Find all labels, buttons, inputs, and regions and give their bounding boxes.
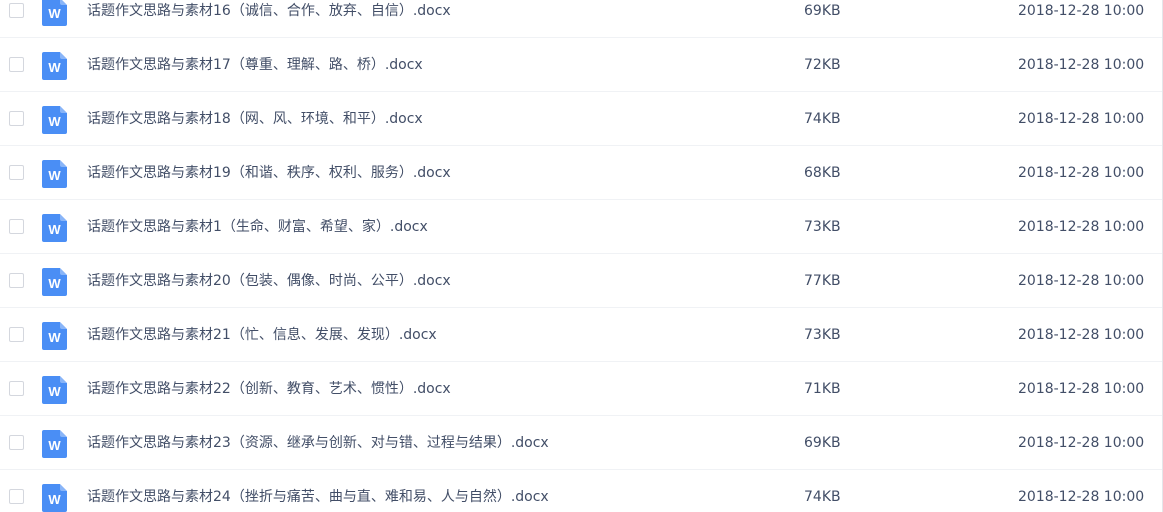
- svg-text:W: W: [48, 60, 61, 75]
- file-size: 74KB: [804, 489, 841, 505]
- file-name[interactable]: 话题作文思路与素材22（创新、教育、艺术、惯性）.docx: [87, 362, 451, 416]
- file-size: 73KB: [804, 327, 841, 343]
- svg-text:W: W: [48, 168, 61, 183]
- file-row[interactable]: W 话题作文思路与素材1（生命、财富、希望、家）.docx 73KB 2018-12-…: [0, 200, 1163, 254]
- file-size: 69KB: [804, 3, 841, 19]
- row-checkbox[interactable]: [9, 3, 24, 18]
- file-name[interactable]: 话题作文思路与素材18（网、风、环境、和平）.docx: [87, 92, 423, 146]
- file-modified-date: 2018-12-28 10:00: [1018, 111, 1145, 127]
- file-name[interactable]: 话题作文思路与素材19（和谐、秩序、权利、服务）.docx: [87, 146, 451, 200]
- file-size: 69KB: [804, 435, 841, 451]
- file-modified-date: 2018-12-28 10:00: [1018, 57, 1145, 73]
- word-document-icon: W: [42, 430, 67, 458]
- word-document-icon: W: [42, 322, 67, 350]
- row-checkbox[interactable]: [9, 327, 24, 342]
- row-checkbox[interactable]: [9, 57, 24, 72]
- file-name[interactable]: 话题作文思路与素材23（资源、继承与创新、对与错、过程与结果）.docx: [87, 416, 549, 470]
- file-modified-date: 2018-12-28 10:00: [1018, 3, 1145, 19]
- row-checkbox[interactable]: [9, 489, 24, 504]
- file-name[interactable]: 话题作文思路与素材1（生命、财富、希望、家）.docx: [87, 200, 428, 254]
- svg-text:W: W: [48, 330, 61, 345]
- svg-text:W: W: [48, 384, 61, 399]
- file-size: 72KB: [804, 57, 841, 73]
- file-size: 68KB: [804, 165, 841, 181]
- row-checkbox[interactable]: [9, 273, 24, 288]
- svg-text:W: W: [48, 6, 61, 21]
- file-modified-date: 2018-12-28 10:00: [1018, 165, 1145, 181]
- file-row[interactable]: W 话题作文思路与素材23（资源、继承与创新、对与错、过程与结果）.docx 69K…: [0, 416, 1163, 470]
- word-document-icon: W: [42, 160, 67, 188]
- file-row[interactable]: W 话题作文思路与素材19（和谐、秩序、权利、服务）.docx 68KB 2018-1…: [0, 146, 1163, 200]
- file-row[interactable]: W 话题作文思路与素材24（挫折与痛苦、曲与直、难和易、人与自然）.docx 74K…: [0, 470, 1163, 512]
- row-checkbox[interactable]: [9, 435, 24, 450]
- row-checkbox[interactable]: [9, 219, 24, 234]
- row-checkbox[interactable]: [9, 381, 24, 396]
- file-size: 71KB: [804, 381, 841, 397]
- file-modified-date: 2018-12-28 10:00: [1018, 273, 1145, 289]
- svg-text:W: W: [48, 438, 61, 453]
- file-modified-date: 2018-12-28 10:00: [1018, 327, 1145, 343]
- file-list: W 话题作文思路与素材16（诚信、合作、放弃、自信）.docx 69KB 2018-1…: [0, 0, 1163, 512]
- word-document-icon: W: [42, 52, 67, 80]
- file-size: 73KB: [804, 219, 841, 235]
- file-name[interactable]: 话题作文思路与素材17（尊重、理解、路、桥）.docx: [87, 38, 423, 92]
- file-size: 77KB: [804, 273, 841, 289]
- file-row[interactable]: W 话题作文思路与素材20（包装、偶像、时尚、公平）.docx 77KB 2018-1…: [0, 254, 1163, 308]
- svg-text:W: W: [48, 222, 61, 237]
- file-modified-date: 2018-12-28 10:00: [1018, 489, 1145, 505]
- file-row[interactable]: W 话题作文思路与素材17（尊重、理解、路、桥）.docx 72KB 2018-12-…: [0, 38, 1163, 92]
- row-checkbox[interactable]: [9, 111, 24, 126]
- file-row[interactable]: W 话题作文思路与素材21（忙、信息、发展、发现）.docx 73KB 2018-12…: [0, 308, 1163, 362]
- file-modified-date: 2018-12-28 10:00: [1018, 219, 1145, 235]
- word-document-icon: W: [42, 268, 67, 296]
- word-document-icon: W: [42, 376, 67, 404]
- file-size: 74KB: [804, 111, 841, 127]
- file-name[interactable]: 话题作文思路与素材21（忙、信息、发展、发现）.docx: [87, 308, 437, 362]
- file-modified-date: 2018-12-28 10:00: [1018, 381, 1145, 397]
- file-row[interactable]: W 话题作文思路与素材22（创新、教育、艺术、惯性）.docx 71KB 2018-1…: [0, 362, 1163, 416]
- file-row[interactable]: W 话题作文思路与素材18（网、风、环境、和平）.docx 74KB 2018-12-…: [0, 92, 1163, 146]
- file-name[interactable]: 话题作文思路与素材20（包装、偶像、时尚、公平）.docx: [87, 254, 451, 308]
- file-row[interactable]: W 话题作文思路与素材16（诚信、合作、放弃、自信）.docx 69KB 2018-1…: [0, 0, 1163, 38]
- file-modified-date: 2018-12-28 10:00: [1018, 435, 1145, 451]
- word-document-icon: W: [42, 214, 67, 242]
- svg-text:W: W: [48, 492, 61, 507]
- file-name[interactable]: 话题作文思路与素材16（诚信、合作、放弃、自信）.docx: [87, 0, 451, 38]
- row-checkbox[interactable]: [9, 165, 24, 180]
- svg-text:W: W: [48, 114, 61, 129]
- file-name[interactable]: 话题作文思路与素材24（挫折与痛苦、曲与直、难和易、人与自然）.docx: [87, 470, 549, 512]
- svg-text:W: W: [48, 276, 61, 291]
- word-document-icon: W: [42, 484, 67, 512]
- word-document-icon: W: [42, 106, 67, 134]
- word-document-icon: W: [42, 0, 67, 26]
